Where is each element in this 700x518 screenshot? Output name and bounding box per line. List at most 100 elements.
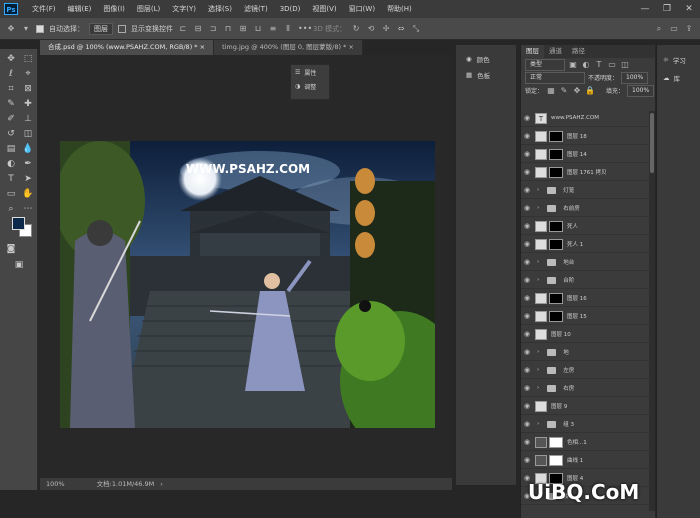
brush-tool-icon[interactable]: ✐ [4,113,18,125]
align-bottom-icon[interactable]: ⊔ [253,24,263,34]
layer-mask-thumbnail[interactable] [549,166,563,178]
layer-thumbnail[interactable] [535,238,547,250]
layer-row[interactable]: ◉ › 台阶 [521,273,649,289]
workspace-icon[interactable]: ▭ [669,24,679,34]
layer-row[interactable]: ◉ 曲线 1 [521,453,649,469]
filter-pixel-icon[interactable]: ▣ [568,60,578,70]
filter-smart-icon[interactable]: ◫ [620,60,630,70]
layer-thumbnail[interactable] [535,310,547,322]
zoom-tool-icon[interactable]: ⌕ [4,203,18,215]
gradient-tool-icon[interactable]: ▤ [4,143,18,155]
eraser-tool-icon[interactable]: ◫ [21,128,35,140]
layer-thumbnail[interactable] [535,148,547,160]
frame-tool-icon[interactable]: ⊠ [21,83,35,95]
visibility-eye-icon[interactable]: ◉ [521,384,533,392]
swatches-panel-button[interactable]: ▦ 色板 [456,67,516,83]
learn-panel-button[interactable]: ☼ 学习 [657,51,700,69]
layer-mask-thumbnail[interactable] [549,130,563,142]
close-icon[interactable]: ✕ [678,0,700,18]
dodge-tool-icon[interactable]: ◐ [4,158,18,170]
visibility-eye-icon[interactable]: ◉ [521,186,533,194]
type-tool-icon[interactable]: T [4,173,18,185]
visibility-eye-icon[interactable]: ◉ [521,168,533,176]
marquee-tool-icon[interactable]: ⬚ [21,53,35,65]
align-middle-icon[interactable]: ⊞ [238,24,248,34]
screen-mode-icon[interactable]: ▣ [12,259,26,271]
tab-paths[interactable]: 路径 [567,45,590,58]
minimize-icon[interactable]: — [634,0,656,18]
foreground-color-swatch[interactable] [12,217,25,230]
lock-pixels-icon[interactable]: ▦ [546,86,556,96]
layer-row[interactable]: ◉ 图层 10 [521,327,649,343]
layer-row[interactable]: ◉ Twww.PSAHZ.COM [521,111,649,127]
layer-thumbnail[interactable] [535,400,547,412]
libraries-panel-button[interactable]: ☁ 库 [657,69,700,87]
filter-shape-icon[interactable]: ▭ [607,60,617,70]
layer-row[interactable]: ◉ 图层 18 [521,129,649,145]
layer-row[interactable]: ◉ 图层 14 [521,147,649,163]
quick-mask-icon[interactable]: ◙ [4,243,18,255]
layer-thumbnail[interactable] [535,292,547,304]
layer-thumbnail[interactable] [535,166,547,178]
chevron-down-icon[interactable]: ▾ [21,24,31,34]
visibility-eye-icon[interactable]: ◉ [521,114,533,122]
move-tool-icon[interactable]: ✥ [6,24,16,34]
layer-thumbnail[interactable] [535,220,547,232]
layer-row[interactable]: ◉ › 右前房 [521,201,649,217]
path-select-icon[interactable]: ➤ [21,173,35,185]
layer-mask-thumbnail[interactable] [549,310,563,322]
zoom-level[interactable]: 100% [46,480,65,488]
history-brush-icon[interactable]: ↺ [4,128,18,140]
chevron-right-icon[interactable]: › [537,277,539,283]
pen-tool-icon[interactable]: ✒ [21,158,35,170]
lock-move-icon[interactable]: ✥ [572,86,582,96]
layer-mask-thumbnail[interactable] [549,436,563,448]
color-panel-button[interactable]: ◉ 颜色 [456,51,516,67]
chevron-right-icon[interactable]: › [537,259,539,265]
filter-adjust-icon[interactable]: ◐ [581,60,591,70]
align-left-icon[interactable]: ⊏ [178,24,188,34]
layer-row[interactable]: ◉ 死人 1 [521,237,649,253]
hand-tool-icon[interactable]: ✋ [21,188,35,200]
align-right-icon[interactable]: ⊐ [208,24,218,34]
layer-row[interactable]: ◉ › 右房 [521,381,649,397]
chevron-right-icon[interactable]: › [537,421,539,427]
visibility-eye-icon[interactable]: ◉ [521,402,533,410]
visibility-eye-icon[interactable]: ◉ [521,204,533,212]
canvas-area[interactable]: WWW.PSAHZ.COM [40,55,452,480]
visibility-eye-icon[interactable]: ◉ [521,150,533,158]
adjustment-icon[interactable] [535,436,547,448]
document-canvas[interactable]: WWW.PSAHZ.COM [60,141,435,428]
show-transform-checkbox[interactable] [118,24,126,33]
adjustments-item[interactable]: ◑ 调整 [291,79,329,93]
menu-select[interactable]: 选择(S) [202,4,238,14]
blur-tool-icon[interactable]: 💧 [21,143,35,155]
menu-view[interactable]: 视图(V) [306,4,342,14]
layer-row[interactable]: ◉ › 地 [521,345,649,361]
layer-mask-thumbnail[interactable] [549,292,563,304]
tab-channels[interactable]: 通道 [544,45,567,58]
menu-help[interactable]: 帮助(H) [381,4,418,14]
lock-paint-icon[interactable]: ✎ [559,86,569,96]
kind-filter-dropdown[interactable]: 类型 [525,58,565,71]
text-layer-icon[interactable]: T [535,112,547,124]
layer-row[interactable]: ◉ 图层 15 [521,309,649,325]
menu-edit[interactable]: 编辑(E) [62,4,98,14]
fill-input[interactable]: 100% [627,84,655,97]
share-icon[interactable]: ⇪ [684,24,694,34]
auto-select-checkbox[interactable] [36,24,44,33]
opacity-input[interactable]: 100% [621,71,649,84]
chevron-right-icon[interactable]: › [537,385,539,391]
healing-brush-icon[interactable]: ✚ [21,98,35,110]
3d-pan-icon[interactable]: ✢ [381,24,391,34]
layer-thumbnail[interactable] [535,130,547,142]
menu-type[interactable]: 文字(Y) [166,4,202,14]
visibility-eye-icon[interactable]: ◉ [521,330,533,338]
adjustment-icon[interactable] [535,454,547,466]
crop-tool-icon[interactable]: ⌗ [4,83,18,95]
tab-composite[interactable]: 合成.psd @ 100% (www.PSAHZ.COM, RGB/8) * × [40,40,215,55]
layer-row[interactable]: ◉ › 地台 [521,255,649,271]
stamp-tool-icon[interactable]: ⊥ [21,113,35,125]
eyedropper-icon[interactable]: ✎ [4,98,18,110]
menu-layer[interactable]: 图层(L) [131,4,166,14]
